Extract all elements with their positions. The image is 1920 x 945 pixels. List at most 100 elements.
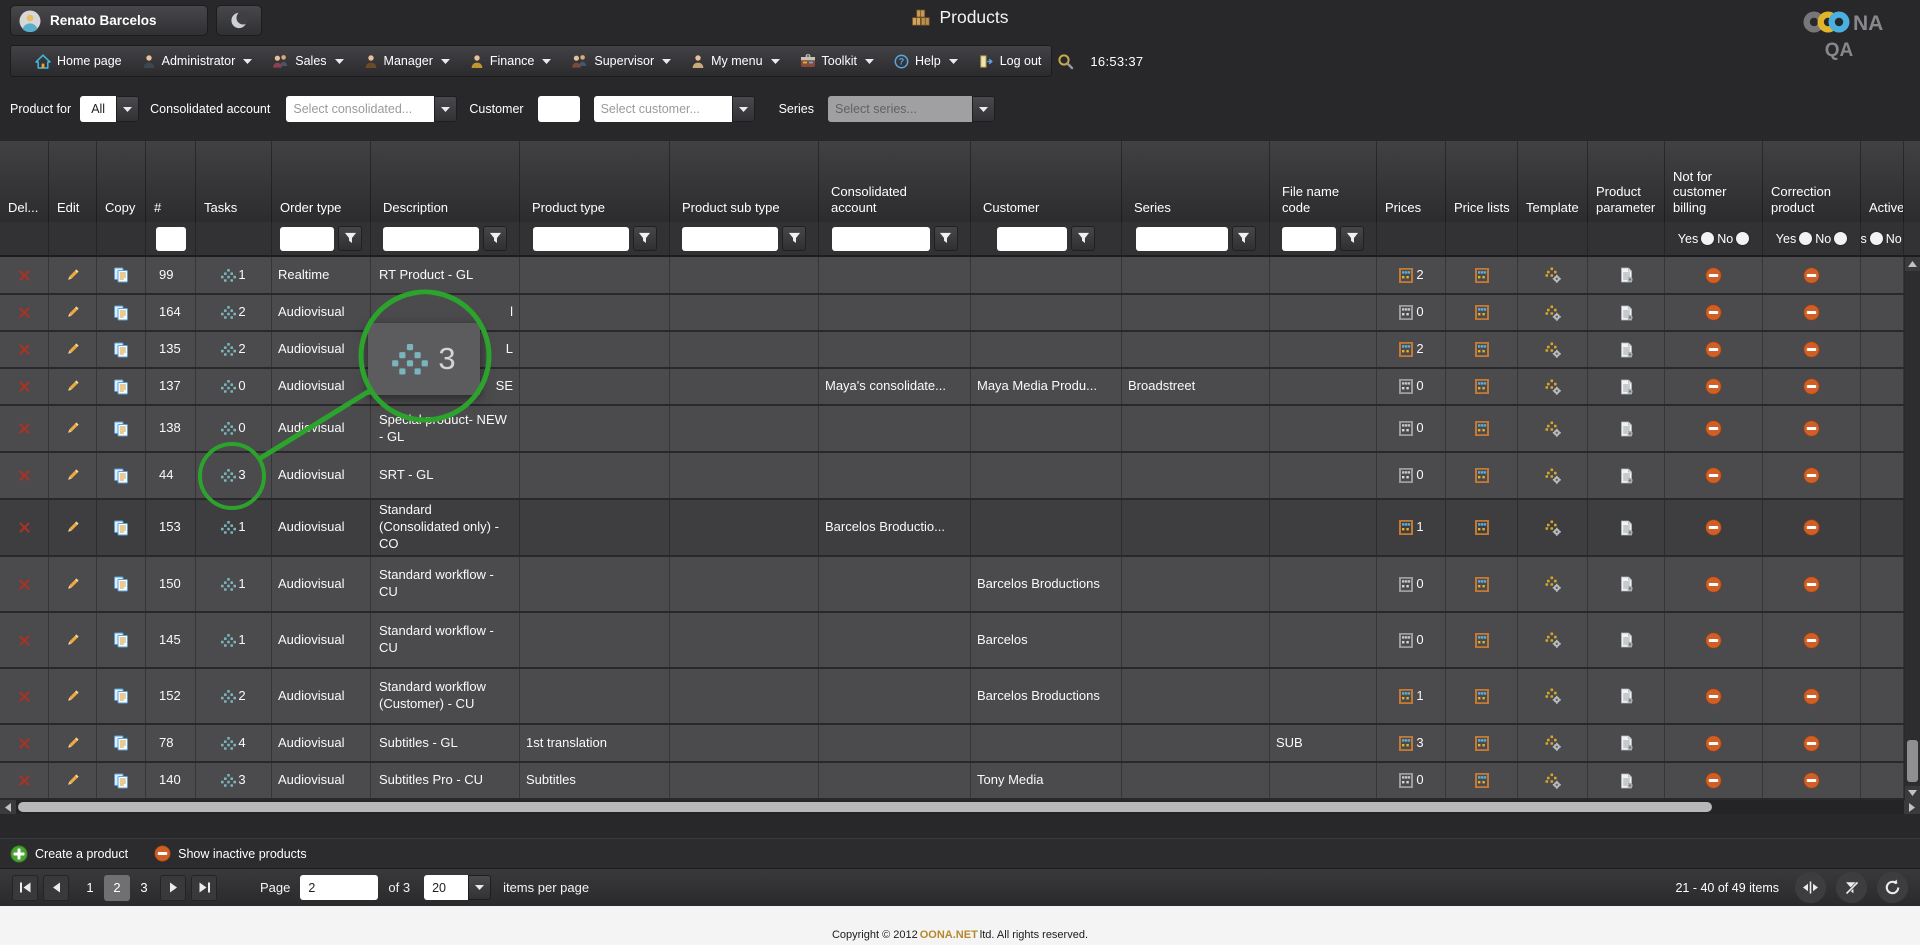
scroll-up-button[interactable] xyxy=(1905,257,1920,271)
nav-item-supervisor[interactable]: Supervisor xyxy=(561,46,681,76)
consol-filter-input[interactable] xyxy=(832,227,930,251)
product-parameter-button[interactable] xyxy=(1619,305,1634,321)
column-header-series[interactable]: Series xyxy=(1122,141,1270,222)
prices-button[interactable] xyxy=(1398,520,1414,535)
column-header-edit[interactable]: Edit xyxy=(49,141,97,222)
price-lists-button[interactable] xyxy=(1474,379,1490,394)
order-filter-input[interactable] xyxy=(280,227,334,251)
copy-button[interactable] xyxy=(113,576,129,592)
prices-button[interactable] xyxy=(1398,689,1414,704)
tasks-button[interactable] xyxy=(221,737,236,750)
tasks-button[interactable] xyxy=(221,634,236,647)
delete-button[interactable] xyxy=(17,577,32,592)
prices-button[interactable] xyxy=(1398,468,1414,483)
product-parameter-button[interactable] xyxy=(1619,632,1634,648)
customer-code-input[interactable] xyxy=(538,96,580,122)
column-header-plists[interactable]: Price lists xyxy=(1446,141,1518,222)
edit-button[interactable] xyxy=(65,421,80,436)
psub-filter-funnel-button[interactable] xyxy=(782,226,806,251)
tasks-button[interactable] xyxy=(221,380,236,393)
template-button[interactable] xyxy=(1545,688,1561,704)
vertical-scrollbar[interactable] xyxy=(1905,257,1920,800)
edit-button[interactable] xyxy=(65,689,80,704)
template-button[interactable] xyxy=(1545,421,1561,437)
edit-button[interactable] xyxy=(65,633,80,648)
column-header-customer[interactable]: Customer xyxy=(971,141,1122,222)
edit-button[interactable] xyxy=(65,379,80,394)
edit-button[interactable] xyxy=(65,773,80,788)
column-header-consol[interactable]: Consolidated account xyxy=(819,141,971,222)
column-header-num[interactable]: # xyxy=(146,141,196,222)
product-parameter-button[interactable] xyxy=(1619,379,1634,395)
template-button[interactable] xyxy=(1545,773,1561,789)
product-for-dropdown-button[interactable] xyxy=(116,96,139,122)
template-button[interactable] xyxy=(1545,735,1561,751)
delete-button[interactable] xyxy=(17,342,32,357)
consol-filter-funnel-button[interactable] xyxy=(934,226,958,251)
template-button[interactable] xyxy=(1545,379,1561,395)
nav-item-help[interactable]: ?Help xyxy=(884,46,968,76)
user-tab[interactable]: Renato Barcelos xyxy=(10,5,208,36)
price-lists-button[interactable] xyxy=(1474,421,1490,436)
nav-item-administrator[interactable]: Administrator xyxy=(132,46,263,76)
delete-button[interactable] xyxy=(17,736,32,751)
price-lists-button[interactable] xyxy=(1474,520,1490,535)
customer-select-input[interactable] xyxy=(594,96,732,122)
copy-button[interactable] xyxy=(113,688,129,704)
delete-button[interactable] xyxy=(17,421,32,436)
delete-button[interactable] xyxy=(17,520,32,535)
activ-yes-radio[interactable] xyxy=(1870,232,1883,245)
nav-item-home-page[interactable]: Home page xyxy=(25,46,132,76)
column-header-template[interactable]: Template xyxy=(1518,141,1588,222)
template-button[interactable] xyxy=(1545,305,1561,321)
price-lists-button[interactable] xyxy=(1474,773,1490,788)
series-dropdown-button[interactable] xyxy=(972,96,995,122)
items-per-page-select[interactable]: 20 xyxy=(424,875,491,900)
template-button[interactable] xyxy=(1545,576,1561,592)
tasks-button[interactable] xyxy=(221,269,236,282)
prices-button[interactable] xyxy=(1398,736,1414,751)
prices-button[interactable] xyxy=(1398,633,1414,648)
copy-button[interactable] xyxy=(113,421,129,437)
edit-button[interactable] xyxy=(65,268,80,283)
corr-no-radio[interactable] xyxy=(1834,232,1847,245)
delete-button[interactable] xyxy=(17,305,32,320)
previous-page-button[interactable] xyxy=(43,875,69,901)
vertical-scroll-thumb[interactable] xyxy=(1907,740,1918,782)
column-header-tasks[interactable]: Tasks xyxy=(196,141,272,222)
fname-filter-funnel-button[interactable] xyxy=(1340,226,1364,251)
page-2-button[interactable]: 2 xyxy=(104,875,130,901)
page-1-button[interactable]: 1 xyxy=(78,880,102,895)
product-parameter-button[interactable] xyxy=(1619,468,1634,484)
column-header-pparam[interactable]: Product parameter xyxy=(1588,141,1665,222)
product-parameter-button[interactable] xyxy=(1619,576,1634,592)
prices-button[interactable] xyxy=(1398,342,1414,357)
prices-button[interactable] xyxy=(1398,773,1414,788)
price-lists-button[interactable] xyxy=(1474,268,1490,283)
delete-button[interactable] xyxy=(17,689,32,704)
price-lists-button[interactable] xyxy=(1474,633,1490,648)
items-per-page-dropdown-button[interactable] xyxy=(468,875,491,900)
price-lists-button[interactable] xyxy=(1474,577,1490,592)
prices-button[interactable] xyxy=(1398,268,1414,283)
copy-button[interactable] xyxy=(113,773,129,789)
column-header-prices[interactable]: Prices xyxy=(1377,141,1446,222)
product-parameter-button[interactable] xyxy=(1619,735,1634,751)
edit-button[interactable] xyxy=(65,468,80,483)
product-parameter-button[interactable] xyxy=(1619,688,1634,704)
price-lists-button[interactable] xyxy=(1474,342,1490,357)
tasks-button[interactable] xyxy=(221,690,236,703)
template-button[interactable] xyxy=(1545,468,1561,484)
tasks-button[interactable] xyxy=(221,521,236,534)
nav-item-log-out[interactable]: Log out xyxy=(968,46,1052,76)
resize-columns-button[interactable] xyxy=(1795,872,1826,903)
column-header-ptype[interactable]: Product type xyxy=(520,141,670,222)
price-lists-button[interactable] xyxy=(1474,468,1490,483)
corr-yes-radio[interactable] xyxy=(1799,232,1812,245)
refresh-button[interactable] xyxy=(1877,872,1908,903)
copy-button[interactable] xyxy=(113,468,129,484)
price-lists-button[interactable] xyxy=(1474,736,1490,751)
prices-button[interactable] xyxy=(1398,577,1414,592)
product-parameter-button[interactable] xyxy=(1619,342,1634,358)
nav-item-sales[interactable]: Sales xyxy=(262,46,353,76)
